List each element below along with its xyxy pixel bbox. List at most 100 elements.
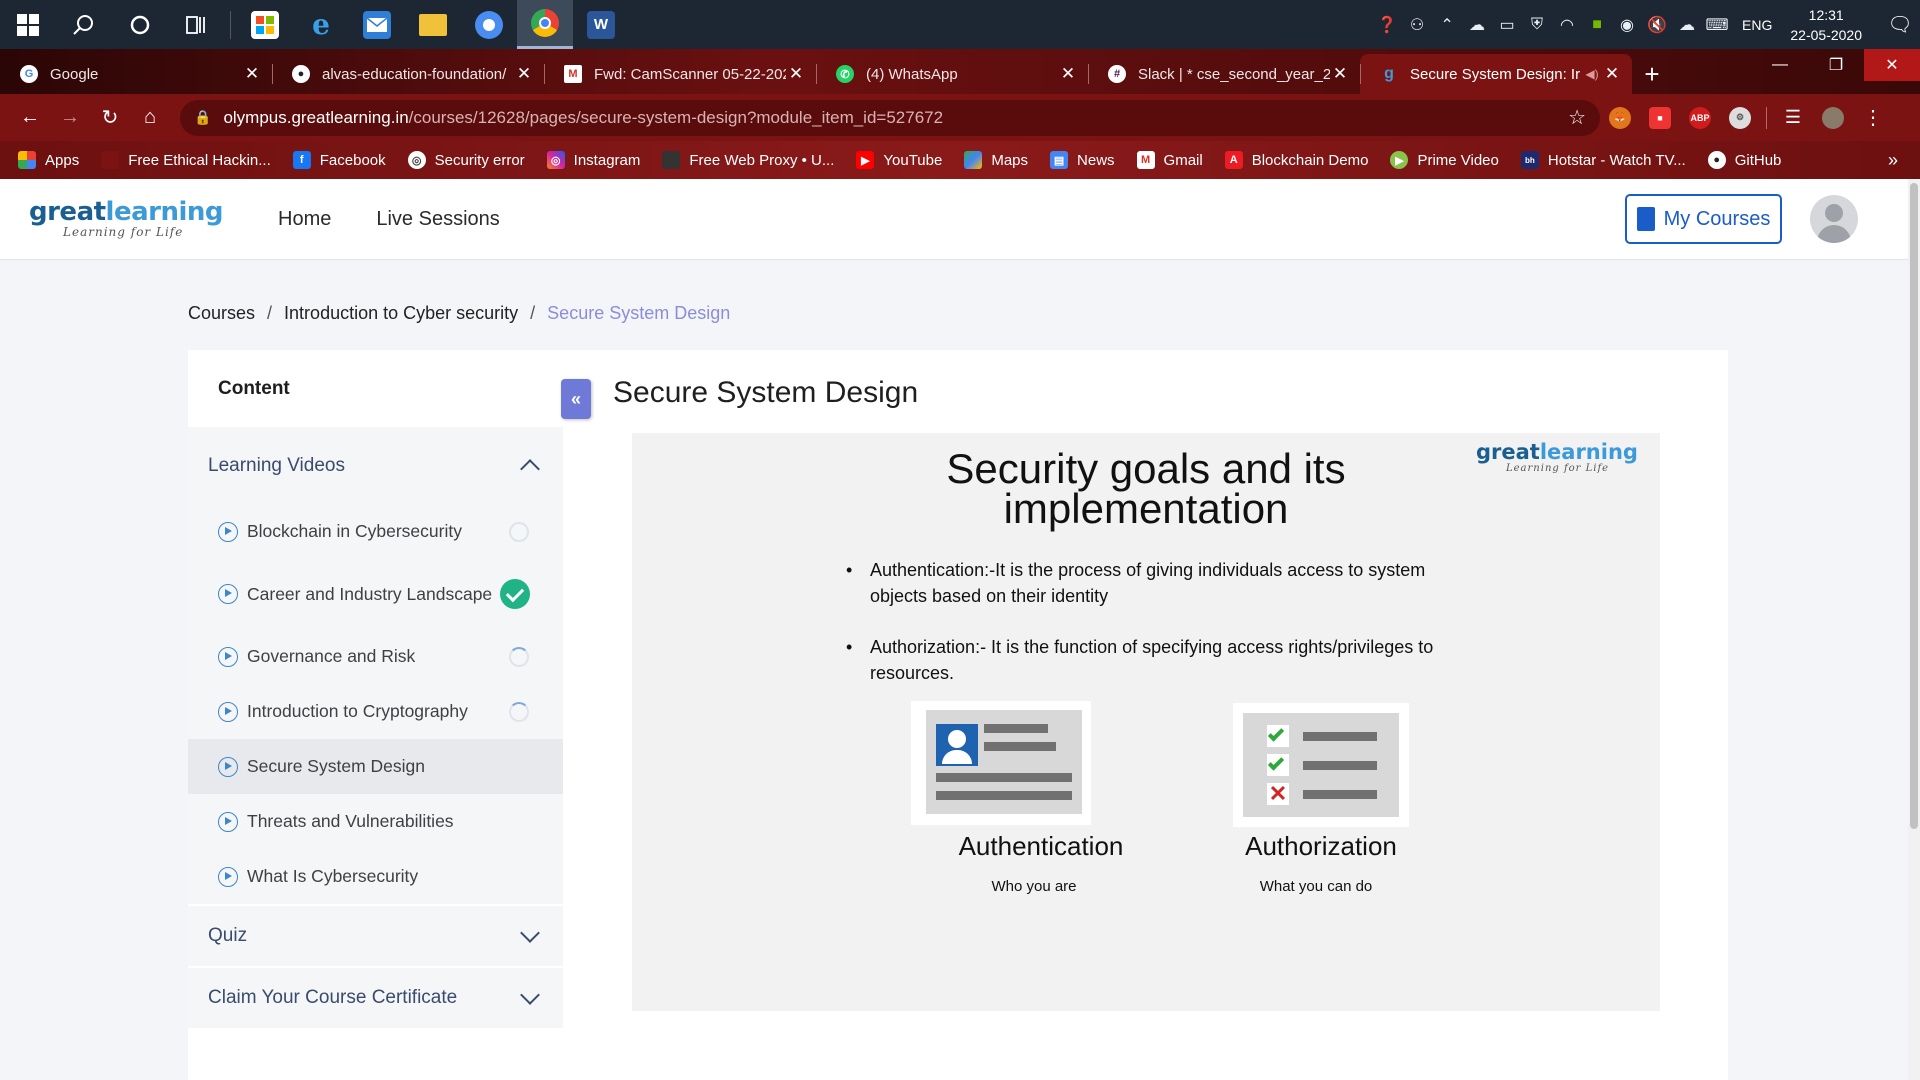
play-circle-icon <box>218 866 238 887</box>
back-icon[interactable]: ← <box>10 100 50 136</box>
chromium-app-icon[interactable] <box>461 0 517 49</box>
nav-home-link[interactable]: Home <box>278 208 331 231</box>
bookmark-gmail[interactable]: M Gmail <box>1136 151 1203 169</box>
adblock-extension-icon[interactable]: ABP <box>1680 100 1720 136</box>
close-tab-icon[interactable]: ✕ <box>786 64 806 84</box>
tab-whatsapp[interactable]: ✆ (4) WhatsApp ✕ <box>816 54 1088 94</box>
bookmark-free-ethical-hacking[interactable]: Free Ethical Hackin... <box>101 151 271 169</box>
learning-videos-toggle[interactable]: Learning Videos <box>188 427 563 504</box>
bookmark-security-error[interactable]: ◎ Security error <box>407 151 525 169</box>
word-app-icon[interactable]: W <box>573 0 629 49</box>
extension-icon[interactable]: ⚙ <box>1720 100 1760 136</box>
chrome-app-icon[interactable] <box>517 0 573 49</box>
shield-extension-icon[interactable]: ■ <box>1640 100 1680 136</box>
tab-github[interactable]: ● alvas-education-foundation/ ✕ <box>272 54 544 94</box>
chevron-up-icon[interactable]: ⌃ <box>1432 15 1462 35</box>
bookmark-github[interactable]: ● GitHub <box>1707 151 1781 169</box>
close-tab-icon[interactable]: ✕ <box>1058 64 1078 84</box>
forward-icon[interactable]: → <box>50 100 90 136</box>
bookmark-blockchain-demo[interactable]: A Blockchain Demo <box>1224 151 1368 169</box>
battery-icon[interactable]: ▭ <box>1492 15 1522 35</box>
store-app-icon[interactable] <box>237 0 293 49</box>
bookmark-free-web-proxy[interactable]: Free Web Proxy • U... <box>662 151 834 169</box>
audio-playing-icon[interactable]: ◀) <box>1582 67 1602 81</box>
lock-icon[interactable]: 🔒 <box>194 109 211 126</box>
reading-list-icon[interactable]: ☰ <box>1773 100 1813 136</box>
profile-avatar-icon[interactable] <box>1813 100 1853 136</box>
my-courses-button[interactable]: My Courses <box>1625 194 1782 244</box>
collapse-sidebar-button[interactable]: « <box>561 379 591 419</box>
bookmark-label: News <box>1077 151 1115 169</box>
keyboard-icon[interactable]: ⌨ <box>1702 15 1732 35</box>
whatsapp-favicon-icon: ✆ <box>836 65 854 83</box>
quiz-toggle[interactable]: Quiz <box>188 906 563 966</box>
page-scrollbar[interactable] <box>1908 179 1920 1080</box>
menu-kebab-icon[interactable]: ⋮ <box>1853 100 1893 136</box>
minimize-icon[interactable]: — <box>1752 49 1808 81</box>
mail-app-icon[interactable] <box>349 0 405 49</box>
video-item-what-is-cybersecurity[interactable]: What Is Cybersecurity <box>188 849 563 904</box>
bookmark-youtube[interactable]: ▶ YouTube <box>856 151 942 169</box>
file-explorer-app-icon[interactable] <box>405 0 461 49</box>
bookmark-hotstar[interactable]: bh Hotstar - Watch TV... <box>1520 151 1686 169</box>
bookmark-maps[interactable]: Maps <box>964 151 1028 169</box>
close-tab-icon[interactable]: ✕ <box>1330 64 1350 84</box>
tab-slack[interactable]: # Slack | * cse_second_year_20 ✕ <box>1088 54 1360 94</box>
play-circle-icon <box>218 584 238 604</box>
help-icon[interactable]: ❓ <box>1372 15 1402 35</box>
video-item-blockchain[interactable]: Blockchain in Cybersecurity <box>188 504 563 559</box>
restore-icon[interactable]: ❐ <box>1808 49 1864 81</box>
text-line-shape <box>1303 790 1377 799</box>
windows-start-icon[interactable] <box>0 0 56 49</box>
progress-ring-icon <box>509 646 529 667</box>
address-bar[interactable]: 🔒 olympus.greatlearning.in/courses/12628… <box>180 99 1600 136</box>
video-item-cryptography[interactable]: Introduction to Cryptography <box>188 684 563 739</box>
volume-muted-icon[interactable]: 🔇 <box>1642 15 1672 35</box>
close-window-icon[interactable]: ✕ <box>1864 49 1920 81</box>
wifi-icon[interactable]: ◠ <box>1552 15 1582 35</box>
notifications-icon[interactable]: 🗨 <box>1880 12 1920 37</box>
tab-google[interactable]: G Google ✕ <box>0 54 272 94</box>
home-icon[interactable]: ⌂ <box>130 100 170 136</box>
breadcrumb-courses-link[interactable]: Courses <box>188 303 255 324</box>
metamask-extension-icon[interactable]: 🦊 <box>1600 100 1640 136</box>
task-view-icon[interactable] <box>168 0 224 49</box>
bookmark-news[interactable]: ▤ News <box>1050 151 1115 169</box>
cortana-icon[interactable] <box>112 0 168 49</box>
language-indicator[interactable]: ENG <box>1732 17 1782 33</box>
breadcrumb-course-link[interactable]: Introduction to Cyber security <box>284 303 518 324</box>
scrollbar-thumb[interactable] <box>1910 183 1918 829</box>
greatlearning-logo[interactable]: greatlearning Learning for Life <box>29 199 224 239</box>
bookmark-star-icon[interactable]: ☆ <box>1568 105 1586 130</box>
search-icon[interactable] <box>56 0 112 49</box>
bookmark-apps[interactable]: Apps <box>18 151 79 169</box>
video-item-governance[interactable]: Governance and Risk <box>188 629 563 684</box>
nvidia-icon[interactable]: ■ <box>1582 16 1612 34</box>
close-tab-icon[interactable]: ✕ <box>1602 64 1622 84</box>
cloud-upload-icon[interactable]: ☁ <box>1672 15 1702 35</box>
video-slide[interactable]: Security goals and its implementation gr… <box>632 433 1660 1011</box>
clock[interactable]: 12:31 22-05-2020 <box>1782 5 1880 45</box>
bookmarks-overflow-icon[interactable]: » <box>1888 150 1898 171</box>
people-icon[interactable]: ⚇ <box>1402 15 1432 35</box>
certificate-toggle[interactable]: Claim Your Course Certificate <box>188 968 563 1028</box>
bookmark-instagram[interactable]: ◎ Instagram <box>546 151 640 169</box>
nav-live-sessions-link[interactable]: Live Sessions <box>376 208 499 231</box>
reload-icon[interactable]: ↻ <box>90 100 130 136</box>
tab-gmail[interactable]: M Fwd: CamScanner 05-22-202 ✕ <box>544 54 816 94</box>
video-item-threats[interactable]: Threats and Vulnerabilities <box>188 794 563 849</box>
video-item-career[interactable]: Career and Industry Landscape <box>188 559 563 629</box>
close-tab-icon[interactable]: ✕ <box>242 64 262 84</box>
app-tray-icon[interactable]: ◉ <box>1612 15 1642 35</box>
bookmark-prime-video[interactable]: ▶ Prime Video <box>1390 151 1499 169</box>
defender-icon[interactable]: ⛨ <box>1522 16 1552 34</box>
edge-app-icon[interactable]: e <box>293 0 349 49</box>
user-id-icon <box>936 724 978 766</box>
bookmark-facebook[interactable]: f Facebook <box>292 151 386 169</box>
close-tab-icon[interactable]: ✕ <box>514 64 534 84</box>
video-item-secure-system-design[interactable]: Secure System Design <box>188 739 563 794</box>
user-avatar[interactable] <box>1810 195 1858 243</box>
new-tab-button[interactable]: + <box>1632 54 1672 94</box>
onedrive-icon[interactable]: ☁ <box>1462 15 1492 35</box>
tab-secure-system-design[interactable]: g Secure System Design: Ir ◀) ✕ <box>1360 54 1632 94</box>
